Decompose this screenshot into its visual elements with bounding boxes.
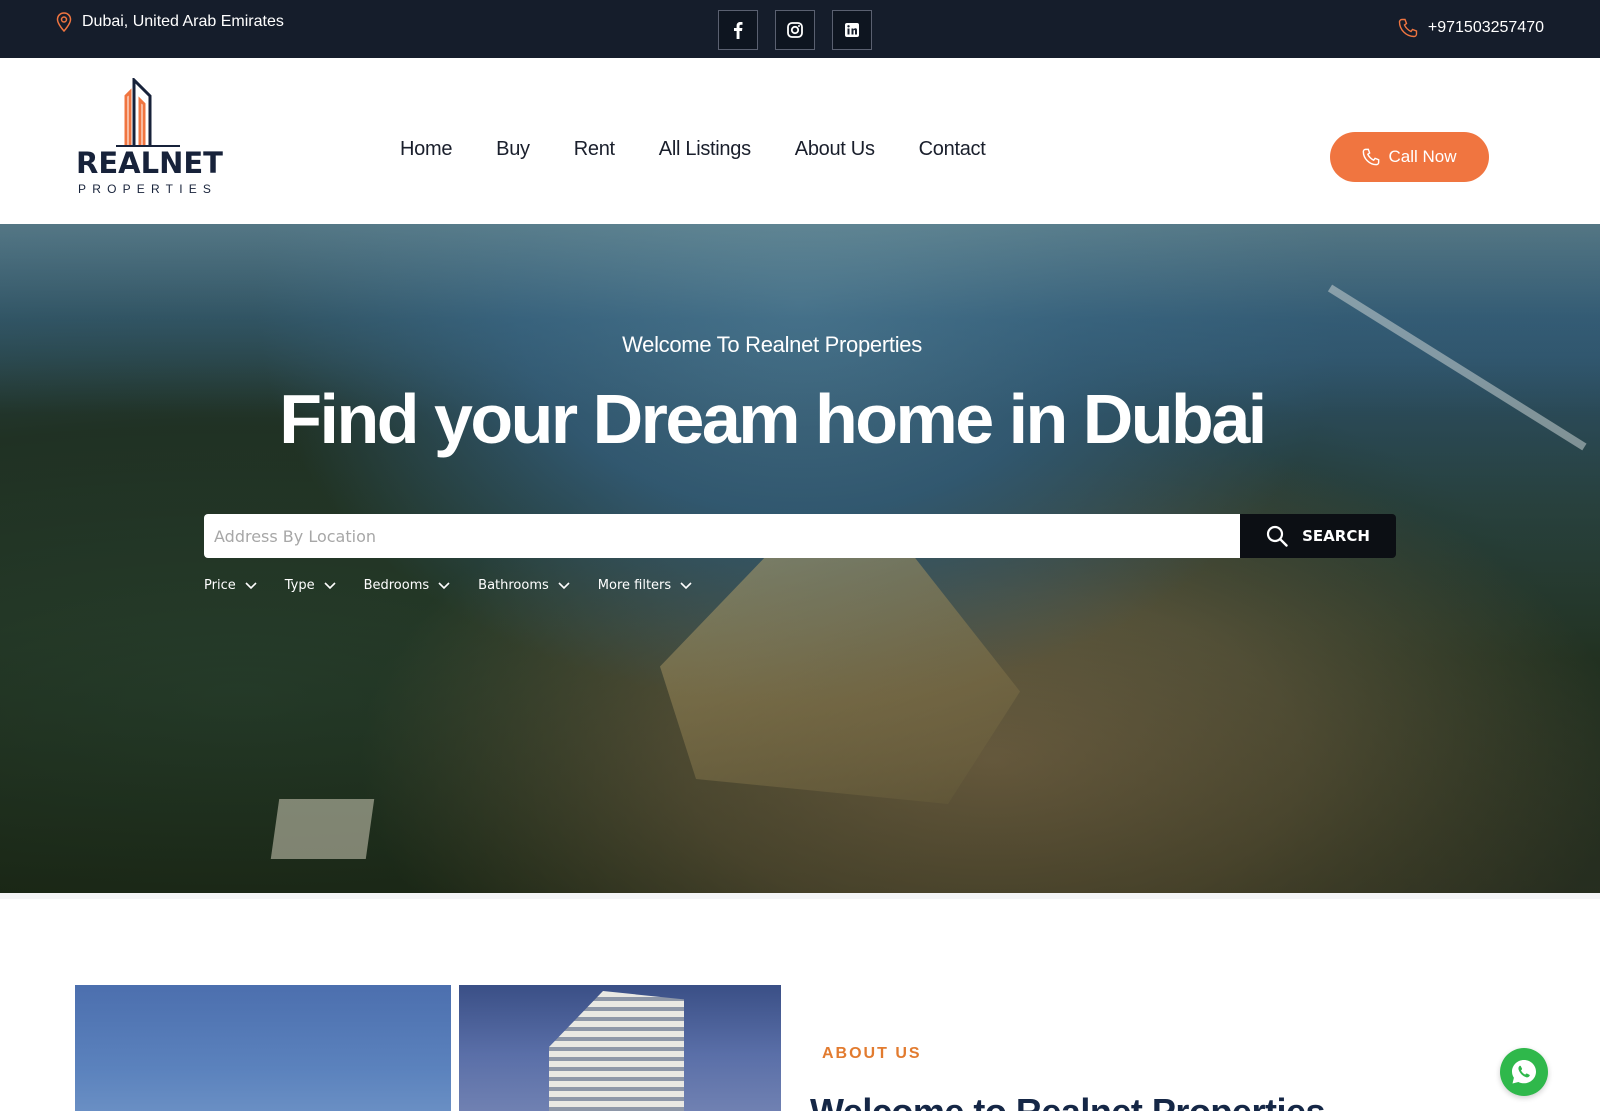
top-bar: Dubai, United Arab Emirates +97150325747… <box>0 0 1600 58</box>
call-now-label: Call Now <box>1388 147 1457 166</box>
chevron-down-icon <box>324 581 336 589</box>
linkedin-icon <box>845 23 859 37</box>
phone-number: +971503257470 <box>1427 19 1544 36</box>
hero-title: Find your Dream home in Dubai <box>279 380 1267 458</box>
realnet-logo[interactable]: REALNET PROPERTIES <box>76 78 223 198</box>
facebook-icon <box>734 22 743 39</box>
nav-home[interactable]: Home <box>400 138 452 161</box>
social-links <box>718 10 889 50</box>
location-info: Dubai, United Arab Emirates <box>56 12 284 32</box>
about-image-sky <box>75 985 451 1111</box>
chevron-down-icon <box>438 581 450 589</box>
nav-rent[interactable]: Rent <box>574 138 615 161</box>
facebook-link[interactable] <box>718 10 758 50</box>
whatsapp-icon <box>1512 1060 1536 1084</box>
location-search-input[interactable] <box>204 514 1240 558</box>
search-button[interactable]: SEARCH <box>1240 514 1396 558</box>
filter-more[interactable]: More filters <box>598 578 692 593</box>
chevron-down-icon <box>245 581 257 589</box>
location-text: Dubai, United Arab Emirates <box>82 13 284 30</box>
hero-section: Welcome To Realnet Properties Find your … <box>0 224 1600 893</box>
logo-subtitle: PROPERTIES <box>78 182 218 196</box>
nav-buy[interactable]: Buy <box>496 138 530 161</box>
call-now-button[interactable]: Call Now <box>1330 132 1489 182</box>
filter-label: Type <box>284 578 315 593</box>
about-image-tower <box>459 985 781 1111</box>
filter-label: Bathrooms <box>478 578 549 593</box>
linkedin-link[interactable] <box>832 10 872 50</box>
filter-bathrooms[interactable]: Bathrooms <box>478 578 570 593</box>
hero-background-roof <box>270 799 375 859</box>
whatsapp-button[interactable] <box>1500 1048 1548 1096</box>
filter-type[interactable]: Type <box>285 578 336 593</box>
tower-illustration <box>549 991 684 1111</box>
about-label: ABOUT US <box>822 1045 922 1062</box>
chevron-down-icon <box>558 581 570 589</box>
filter-bedrooms[interactable]: Bedrooms <box>364 578 451 593</box>
search-button-label: SEARCH <box>1302 527 1370 545</box>
nav-contact[interactable]: Contact <box>919 138 986 161</box>
filter-label: Price <box>204 578 236 593</box>
site-header: REALNET PROPERTIES Home Buy Rent All Lis… <box>0 58 1600 224</box>
phone-icon <box>1398 18 1418 38</box>
logo-wordmark: REALNET <box>76 146 223 180</box>
filter-label: Bedrooms <box>363 578 430 593</box>
filter-label: More filters <box>597 578 672 593</box>
instagram-link[interactable] <box>775 10 815 50</box>
phone-info[interactable]: +971503257470 <box>1398 18 1544 38</box>
instagram-icon <box>787 22 803 38</box>
map-pin-icon <box>56 12 72 32</box>
search-bar: SEARCH <box>204 514 1396 558</box>
phone-icon <box>1363 148 1380 166</box>
chevron-down-icon <box>680 581 692 589</box>
nav-all-listings[interactable]: All Listings <box>659 138 751 161</box>
about-section: ABOUT US Welcome to Realnet Properties <box>0 893 1600 1111</box>
nav-about-us[interactable]: About Us <box>795 138 875 161</box>
main-nav: Home Buy Rent All Listings About Us Cont… <box>400 138 1029 161</box>
search-icon <box>1267 525 1288 547</box>
about-title: Welcome to Realnet Properties <box>810 1091 1326 1111</box>
filter-price[interactable]: Price <box>204 578 257 593</box>
hero-subtitle: Welcome To Realnet Properties <box>622 332 922 357</box>
search-filters: Price Type Bedrooms Bathrooms More filte… <box>204 578 720 593</box>
building-logo-icon <box>116 78 180 147</box>
